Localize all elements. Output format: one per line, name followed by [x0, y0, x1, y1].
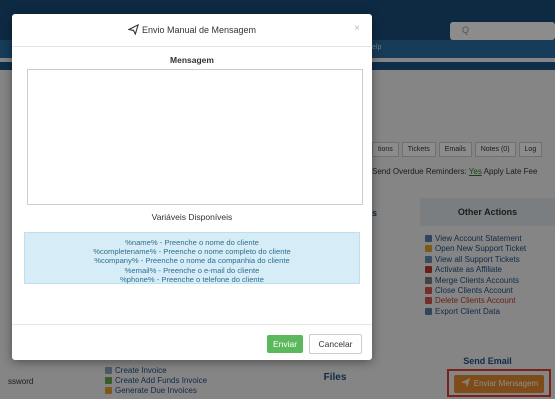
- variable-item: %email% - Preenche o e-mail do cliente: [124, 265, 260, 275]
- variable-item: %completename% - Preenche o nome complet…: [93, 247, 291, 257]
- message-textarea[interactable]: [27, 69, 363, 205]
- variable-item: %phone% - Preenche o telefone do cliente: [120, 274, 264, 284]
- modal-title-text: Envio Manual de Mensagem: [141, 25, 257, 35]
- cancel-button[interactable]: Cancelar: [309, 334, 362, 354]
- variables-label: Variáveis Disponíveis: [151, 212, 233, 222]
- paper-plane-icon: [127, 24, 139, 35]
- modal-title: Envio Manual de Mensagem: [12, 24, 372, 35]
- variable-item: %company% - Preenche o nome da companhia…: [94, 256, 290, 266]
- send-message-modal: Envio Manual de Mensagem × Mensagem Vari…: [12, 14, 372, 360]
- send-button[interactable]: Enviar: [267, 335, 303, 353]
- modal-header: Envio Manual de Mensagem ×: [12, 14, 372, 47]
- message-label: Mensagem: [170, 55, 214, 65]
- close-icon[interactable]: ×: [354, 23, 360, 34]
- variables-info-box: %name% - Preenche o nome do cliente %com…: [24, 232, 360, 284]
- variable-item: %name% - Preenche o nome do cliente: [125, 238, 259, 247]
